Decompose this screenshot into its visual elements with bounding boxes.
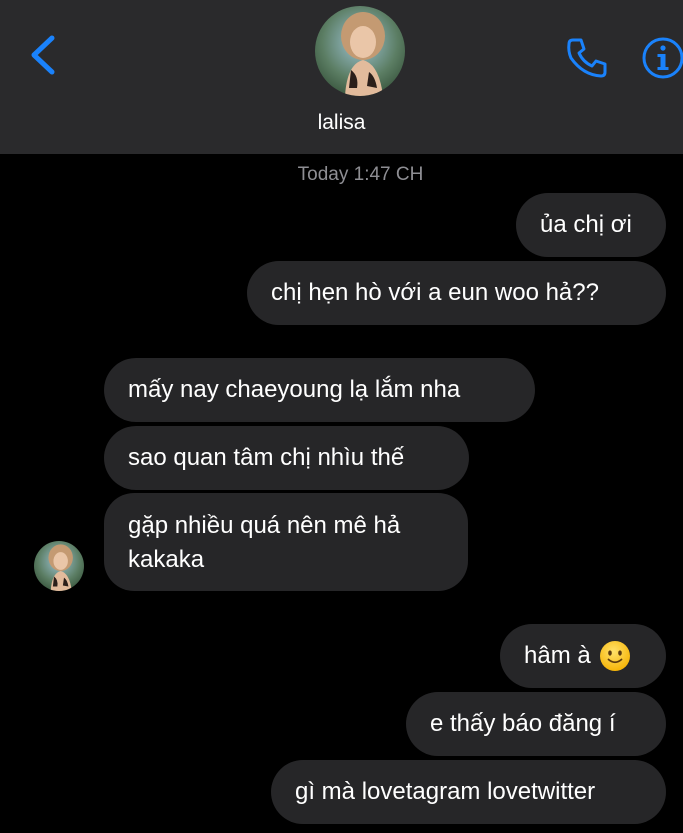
message-timestamp: Today 1:47 CH [297,164,424,185]
message-text: mấy nay chaeyoung lạ lắm nha [128,376,461,403]
message-text: e thấy báo đăng í [430,710,616,737]
outgoing-message[interactable]: hâm à [500,624,666,688]
message-text: ủa chị ơi [540,211,632,238]
back-button[interactable] [22,30,66,80]
message-text: sao quan tâm chị nhìu thế [128,444,405,471]
message-text: gặp nhiều quá nên mê hả kakaka [128,512,401,573]
phone-icon [567,38,607,78]
message-text: chị hẹn hò với a eun woo hả?? [271,279,599,306]
call-button[interactable] [563,34,611,82]
outgoing-message[interactable]: ủa chị ơi [516,193,666,257]
avatar-photo [34,541,84,591]
slightly-smiling-face-icon [599,641,630,671]
incoming-message[interactable]: mấy nay chaeyoung lạ lắm nha [104,358,535,422]
message-text: hâm à [524,642,591,669]
conversation-header: lalisa [0,0,683,154]
contact-avatar[interactable] [315,6,405,96]
avatar-photo [315,6,405,96]
sender-avatar[interactable] [34,541,84,591]
outgoing-message[interactable]: e thấy báo đăng í [406,692,666,756]
message-text: gì mà lovetagram lovetwitter [295,778,596,805]
info-icon [642,37,683,79]
incoming-message[interactable]: gặp nhiều quá nên mê hả kakaka [104,493,468,591]
outgoing-message[interactable]: gì mà lovetagram lovetwitter [271,760,666,824]
info-button[interactable] [640,35,683,83]
chat-screen: lalisa Today 1:47 CH ủa chị ơi chị hẹn h… [0,0,683,833]
outgoing-message[interactable]: chị hẹn hò với a eun woo hả?? [247,261,666,325]
contact-name[interactable]: lalisa [0,111,683,135]
chevron-left-icon [31,35,55,75]
incoming-message[interactable]: sao quan tâm chị nhìu thế [104,426,469,490]
